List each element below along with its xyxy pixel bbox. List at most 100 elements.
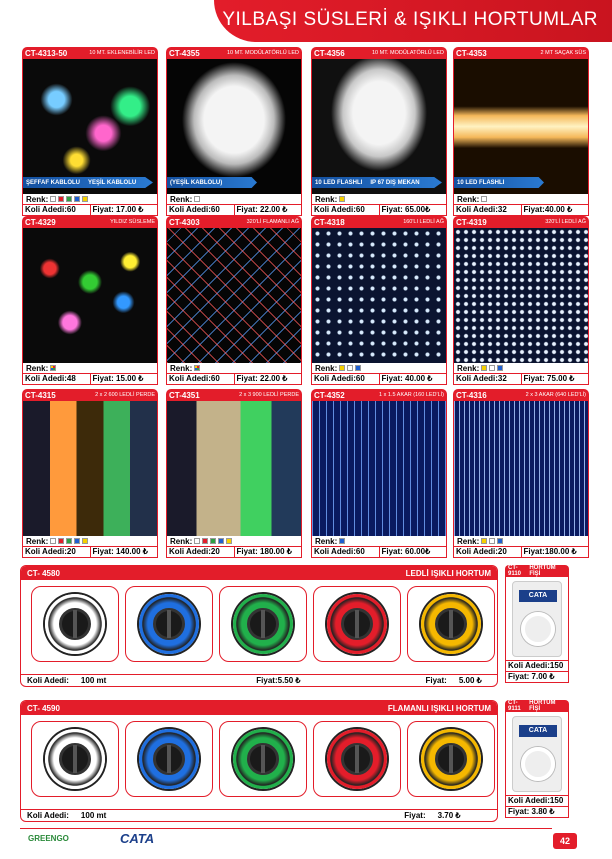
koli-adedi: Koli Adedi:60 — [314, 205, 365, 214]
product-info: Koli Adedi:60 Fiyat: 22.00 ₺ — [166, 205, 302, 216]
page-title: YILBAŞI SÜSLERİ & IŞIKLI HORTUMLAR — [222, 9, 598, 30]
hose-reel-image — [313, 586, 401, 662]
fiyat-2-value: 5.00 ₺ — [458, 676, 482, 685]
koli-adedi: Koli Adedi:20 — [456, 547, 507, 556]
koli-adedi: Koli Adedi:20 — [169, 547, 220, 556]
koli-adedi: Koli Adedi:60 — [314, 547, 365, 556]
product-desc: 1 x 1.5 AKAR (160 LED'Lİ) — [379, 392, 444, 398]
reel-icon — [321, 729, 393, 789]
color-swatch — [339, 538, 346, 544]
koli-adedi: Koli Adedi:32 — [456, 205, 507, 214]
product-image — [453, 401, 589, 536]
color-row: Renk: — [22, 363, 158, 374]
fiyat-2-value: 3.70 ₺ — [437, 811, 461, 820]
reel-icon — [415, 729, 487, 789]
product-card: CT-4318 160'LI LEDLİ AĞ Renk: Koli Adedi… — [311, 216, 447, 385]
color-swatch — [66, 196, 73, 202]
product-info: Koli Adedi:32 Fiyat:40.00 ₺ — [453, 205, 589, 216]
product-info: Koli Adedi:60 Fiyat: 17.00 ₺ — [22, 205, 158, 216]
product-image: 10 LED FLASHLI IP 67 DIŞ MEKAN — [311, 59, 447, 194]
hose-footer: Koli Adedi: 100 mt Fiyat: 3.70 ₺ — [21, 809, 497, 821]
color-swatch — [50, 538, 57, 544]
cata-logo: CATA — [519, 724, 557, 737]
product-desc: 2 x 3 900 LEDLİ PERDE — [239, 392, 299, 398]
color-swatch — [66, 538, 73, 544]
product-info: Koli Adedi:20 Fiyat: 140.00 ₺ — [22, 547, 158, 558]
greengo-logo: GREENGO — [28, 834, 69, 843]
product-info: Koli Adedi:60 Fiyat: 22.00 ₺ — [166, 374, 302, 385]
product-info: Koli Adedi:60 Fiyat: 40.00 ₺ — [311, 374, 447, 385]
color-row: Renk: — [453, 194, 589, 205]
koli-adedi: Koli Adedi:60 — [314, 374, 365, 383]
renk-label: Renk: — [26, 363, 49, 373]
product-info: Koli Adedi:60 Fiyat: 65.00₺ — [311, 205, 447, 216]
color-swatch — [489, 365, 496, 371]
product-code: CT-4353 — [456, 48, 487, 58]
renk-label: Renk: — [26, 536, 49, 546]
product-desc: 2 MT SAÇAK SÜS — [540, 50, 586, 56]
hose-header: CT- 4580 LEDLİ IŞIKLI HORTUM — [21, 566, 497, 580]
product-card: CT-4319 320'Lİ LEDLİ AĞ Renk: Koli Adedi… — [453, 216, 589, 385]
renk-label: Renk: — [170, 363, 193, 373]
color-row: Renk: — [311, 363, 447, 374]
hose-reel-image — [31, 586, 119, 662]
fiyat: Fiyat: 180.00 ₺ — [233, 547, 302, 557]
fiyat-2-label: Fiyat: — [404, 811, 426, 820]
fiyat: Fiyat: 15.00 ₺ — [89, 374, 158, 384]
color-row: Renk: — [311, 536, 447, 547]
ribbon-label: 10 LED FLASHLI — [457, 179, 505, 186]
product-code: CT-4319 — [456, 217, 487, 227]
fiyat: Fiyat: 22.00 ₺ — [233, 374, 302, 384]
renk-label: Renk: — [457, 363, 480, 373]
reel-icon — [39, 729, 111, 789]
plug-koli: Koli Adedi:150 — [505, 796, 569, 807]
ribbon-label: IP 67 DIŞ MEKAN — [370, 179, 420, 186]
color-swatch — [497, 365, 504, 371]
ribbon-label: (YEŞİL KABLOLU) — [170, 179, 223, 186]
color-swatch-multi — [50, 365, 57, 371]
color-swatch — [481, 365, 488, 371]
fiyat: Fiyat:180.00 ₺ — [520, 547, 589, 557]
koli-adedi: Koli Adedi:32 — [456, 374, 507, 383]
product-image — [453, 228, 589, 363]
hose-reel-image — [125, 586, 213, 662]
product-card: CT-4315 2 x 2 600 LEDLİ PERDE Renk: Koli… — [22, 389, 158, 558]
product-ribbon: (YEŞİL KABLOLU) — [167, 177, 257, 188]
renk-label: Renk: — [26, 194, 49, 204]
color-swatch — [210, 538, 217, 544]
reel-icon — [321, 594, 393, 654]
product-image — [22, 401, 158, 536]
plug-title: HORTUM FİŞİ — [529, 565, 556, 577]
koli-label: Koli Adedi: — [27, 811, 69, 820]
product-header: CT-4313-50 10 MT. EKLENEBİLİR LED — [22, 47, 158, 59]
koli-value: 100 mt — [80, 676, 107, 685]
color-swatch — [226, 538, 233, 544]
koli-adedi: Koli Adedi:20 — [25, 547, 76, 556]
reel-icon — [415, 594, 487, 654]
hose-section-ledli: CT- 4580 LEDLİ IŞIKLI HORTUM Koli Adedi:… — [20, 565, 498, 687]
product-desc: 10 MT. EKLENEBİLİR LED — [89, 50, 155, 56]
cable-coil-icon — [521, 611, 555, 646]
product-desc: YILDIZ SÜSLEME — [110, 219, 155, 225]
plug-header: CT-9110 HORTUM FİŞİ — [505, 565, 569, 577]
product-image — [166, 401, 302, 536]
product-card: CT-4303 320'Lİ FLAMANLI AĞ Renk: Koli Ad… — [166, 216, 302, 385]
fiyat: Fiyat: 17.00 ₺ — [89, 205, 158, 215]
koli-adedi: Koli Adedi:60 — [169, 374, 220, 383]
product-info: Koli Adedi:48 Fiyat: 15.00 ₺ — [22, 374, 158, 385]
reel-icon — [133, 729, 205, 789]
product-image — [22, 228, 158, 363]
renk-label: Renk: — [170, 536, 193, 546]
product-code: CT-4351 — [169, 390, 200, 400]
hose-reel-image — [313, 721, 401, 797]
product-card: CT-4316 2 x 3 AKAR (640 LED'Lİ) Renk: Ko… — [453, 389, 589, 558]
hose-reel-image — [219, 586, 307, 662]
cable-coil-icon — [521, 746, 555, 781]
color-swatch — [497, 538, 504, 544]
product-header: CT-4351 2 x 3 900 LEDLİ PERDE — [166, 389, 302, 401]
product-card: CT-4353 2 MT SAÇAK SÜS 10 LED FLASHLI Re… — [453, 47, 589, 216]
page-number: 42 — [553, 833, 577, 849]
plug-bag: CATA — [512, 715, 562, 792]
renk-label: Renk: — [170, 194, 193, 204]
product-header: CT-4355 10 MT. MODÜLATÖRLÜ LED — [166, 47, 302, 59]
